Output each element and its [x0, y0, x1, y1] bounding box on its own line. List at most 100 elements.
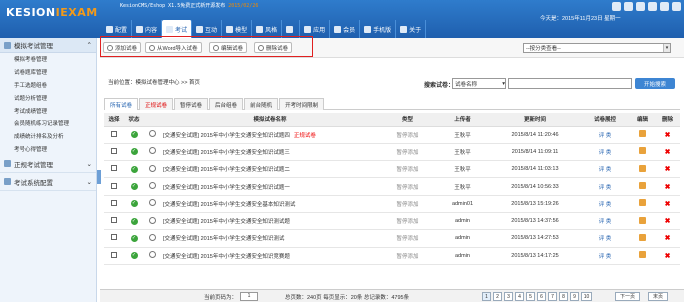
row-config[interactable]: [144, 160, 160, 179]
row-select[interactable]: [104, 247, 124, 265]
edit-icon[interactable]: [639, 130, 646, 138]
row-config[interactable]: [144, 143, 160, 162]
exam-name[interactable]: [交通安全试题] 2015年中小学生交通安全知识试题三: [160, 143, 380, 162]
settings-icon[interactable]: [660, 2, 669, 11]
row-edit[interactable]: [630, 212, 655, 231]
review-link[interactable]: 评 类: [580, 229, 630, 248]
tab-random[interactable]: 前台随机: [244, 98, 279, 110]
checkbox[interactable]: [111, 182, 117, 189]
row-config[interactable]: [144, 229, 160, 248]
page-link[interactable]: 9: [570, 292, 579, 301]
row-select[interactable]: [104, 212, 124, 231]
sidebar-item[interactable]: 成绩统计排名及分析: [0, 130, 96, 143]
home-icon[interactable]: [612, 2, 621, 11]
last-page-button[interactable]: 末页: [648, 292, 669, 301]
help-icon[interactable]: [648, 2, 657, 11]
gear-icon[interactable]: [148, 251, 156, 259]
row-config[interactable]: [144, 195, 160, 213]
row-edit[interactable]: [630, 195, 655, 213]
review-link[interactable]: 评 类: [580, 143, 630, 162]
delete-icon[interactable]: ✖: [665, 218, 671, 225]
exam-name[interactable]: [交通安全试题] 2015年中小学生交通安全知识测试: [160, 229, 380, 248]
gear-icon[interactable]: [148, 199, 156, 207]
user-icon[interactable]: [636, 2, 645, 11]
delete-icon[interactable]: ✖: [665, 149, 671, 156]
delete-icon[interactable]: ✖: [665, 201, 671, 208]
checkbox[interactable]: [111, 130, 117, 137]
tab-paused[interactable]: 暂停试卷: [174, 98, 209, 110]
logout-icon[interactable]: [672, 2, 681, 11]
review-link[interactable]: 评 类: [580, 160, 630, 179]
checkbox[interactable]: [111, 199, 117, 206]
edit-icon[interactable]: [639, 199, 646, 207]
review-link[interactable]: 评 类: [580, 247, 630, 265]
nav-members[interactable]: 会员: [330, 20, 361, 38]
page-link[interactable]: 8: [559, 292, 568, 301]
category-select[interactable]: --按分类查看-- ▾: [523, 43, 671, 53]
tab-all[interactable]: 所有试卷: [104, 98, 139, 110]
exam-name[interactable]: [交通安全试题] 2015年中小学生交通安全知识测试题: [160, 212, 380, 231]
checkbox[interactable]: [111, 165, 117, 172]
next-page-button[interactable]: 下一页: [615, 292, 641, 301]
exam-name[interactable]: [交通安全试题] 2015年中小学生交通安全知识试题四 正规试卷: [160, 126, 380, 144]
row-select[interactable]: [104, 195, 124, 213]
delete-icon[interactable]: ✖: [665, 235, 671, 242]
checkbox[interactable]: [111, 217, 117, 224]
row-delete[interactable]: ✖: [655, 177, 680, 196]
gear-icon[interactable]: [148, 164, 156, 172]
gear-icon[interactable]: [148, 147, 156, 155]
row-select[interactable]: [104, 143, 124, 162]
sidebar-item[interactable]: 试卷题库管理: [0, 66, 96, 79]
row-delete[interactable]: ✖: [655, 229, 680, 248]
sidebar-item[interactable]: 手工选题组卷: [0, 79, 96, 92]
row-select[interactable]: [104, 126, 124, 144]
page-link[interactable]: 5: [526, 292, 535, 301]
exam-name[interactable]: [交通安全试题] 2015年中小学生交通安全知识竞赛题: [160, 247, 380, 265]
edit-icon[interactable]: [639, 216, 646, 224]
edit-icon[interactable]: [639, 147, 646, 155]
checkbox[interactable]: [111, 147, 117, 154]
row-edit[interactable]: [630, 177, 655, 196]
page-link[interactable]: 1: [482, 292, 491, 301]
search-field-select[interactable]: 试卷名称 ▾: [452, 78, 506, 89]
row-config[interactable]: [144, 247, 160, 265]
sidebar-section-mock-exam[interactable]: 模拟考试管理 ⌃: [0, 38, 96, 53]
edit-icon[interactable]: [639, 233, 646, 241]
row-config[interactable]: [144, 212, 160, 231]
checkbox[interactable]: [111, 234, 117, 241]
row-edit[interactable]: [630, 143, 655, 162]
row-select[interactable]: [104, 229, 124, 248]
edit-icon[interactable]: [639, 182, 646, 190]
row-config[interactable]: [144, 126, 160, 144]
gear-icon[interactable]: [148, 216, 156, 224]
review-link[interactable]: 评 类: [580, 177, 630, 196]
row-edit[interactable]: [630, 160, 655, 179]
notice-banner[interactable]: KesionCMS/Eshop X1.5免费正式新开源发布 2015/02/26: [120, 2, 258, 9]
search-input[interactable]: [508, 78, 632, 89]
sidebar-item[interactable]: 考号心得管理: [0, 143, 96, 156]
row-select[interactable]: [104, 160, 124, 179]
tab-time-limit[interactable]: 开考时间限制: [279, 98, 325, 110]
nav-mobile[interactable]: 手机版: [360, 20, 397, 38]
row-delete[interactable]: ✖: [655, 160, 680, 179]
nav-about[interactable]: 关于: [396, 20, 427, 38]
page-link[interactable]: 4: [515, 292, 524, 301]
checkbox[interactable]: [111, 251, 117, 258]
search-button[interactable]: 开始搜索: [635, 78, 675, 89]
review-link[interactable]: 评 类: [580, 195, 630, 213]
row-delete[interactable]: ✖: [655, 143, 680, 162]
page-link[interactable]: 7: [548, 292, 557, 301]
row-edit[interactable]: [630, 247, 655, 265]
review-link[interactable]: 评 类: [580, 126, 630, 144]
row-delete[interactable]: ✖: [655, 195, 680, 213]
sidebar-item[interactable]: 试题分析管理: [0, 91, 96, 104]
row-select[interactable]: [104, 177, 124, 196]
row-delete[interactable]: ✖: [655, 247, 680, 265]
page-input[interactable]: 1: [240, 292, 258, 301]
sidebar-section-exam-config[interactable]: 考试系统配置 ⌄: [0, 173, 96, 192]
tab-backend[interactable]: 后台组卷: [209, 98, 244, 110]
row-config[interactable]: [144, 177, 160, 196]
page-link[interactable]: 3: [504, 292, 513, 301]
review-link[interactable]: 评 类: [580, 212, 630, 231]
delete-icon[interactable]: ✖: [665, 132, 671, 139]
